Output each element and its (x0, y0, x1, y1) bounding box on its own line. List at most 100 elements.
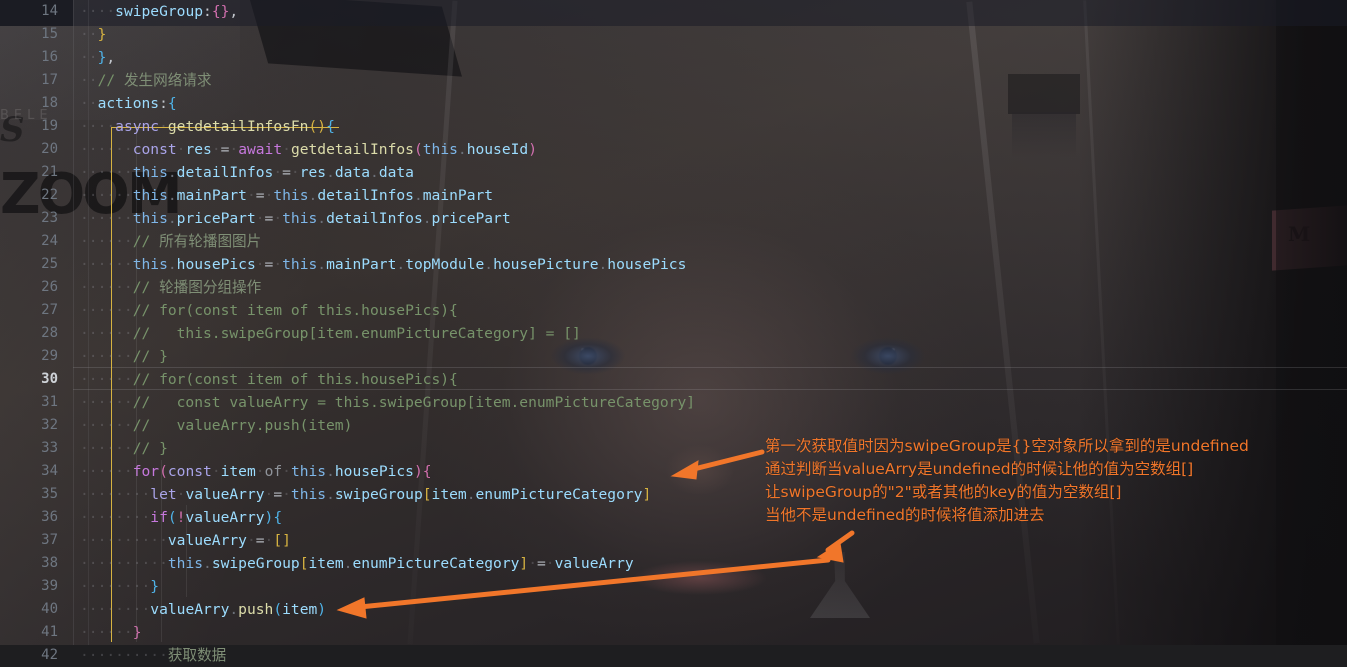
code-token: enumPictureCategory (476, 486, 643, 503)
code-token: . (168, 164, 177, 181)
code-line-text: ········} (80, 575, 159, 598)
code-token: mainPart (177, 187, 247, 204)
code-token: getdetailInfosFn (168, 118, 309, 135)
code-token: ······ (80, 371, 133, 388)
line-number: 15 (0, 23, 58, 46)
code-token: valueArry (150, 601, 229, 618)
line-number: 40 (0, 598, 58, 621)
code-token: ······ (80, 417, 133, 434)
code-token: housePics (177, 256, 256, 273)
code-line[interactable]: 28······// this.swipeGroup[item.enumPict… (0, 322, 1347, 345)
code-token: // const valueArry = this.swipeGroup[ite… (133, 394, 695, 411)
line-number: 35 (0, 483, 58, 506)
indent-guide-2 (161, 460, 162, 642)
code-line[interactable]: 21······this.detailInfos·=·res.data.data (0, 161, 1347, 184)
code-token: item (432, 486, 467, 503)
code-line[interactable]: 25······this.housePics·=·this.mainPart.t… (0, 253, 1347, 276)
code-token: {} (212, 3, 230, 20)
code-line[interactable]: 37··········valueArry·=·[] (0, 529, 1347, 552)
code-token: detailInfos (317, 187, 414, 204)
line-number: 38 (0, 552, 58, 575)
code-line-text: ········if(!valueArry){ (80, 506, 282, 529)
code-line-text: ··// 发生网络请求 (80, 69, 212, 92)
code-line-text: ······this.housePics·=·this.mainPart.top… (80, 253, 686, 276)
line-number: 23 (0, 207, 58, 230)
code-line[interactable]: 19····async·getdetailInfosFn(){ (0, 115, 1347, 138)
code-token: ·········· (80, 555, 168, 572)
code-token: this (282, 210, 317, 227)
code-token: . (317, 210, 326, 227)
code-line[interactable]: 22······this.mainPart·=·this.detailInfos… (0, 184, 1347, 207)
code-line[interactable]: 17··// 发生网络请求 (0, 69, 1347, 92)
code-token: . (423, 210, 432, 227)
code-line[interactable]: 38··········this.swipeGroup[item.enumPic… (0, 552, 1347, 575)
code-token: // (98, 72, 124, 89)
code-line-text: ········valueArry.push(item) (80, 598, 326, 621)
code-token: valueArry (168, 532, 247, 549)
code-line[interactable]: 39········} (0, 575, 1347, 598)
code-editor[interactable]: 14····swipeGroup:{},15··}16··},17··// 发生… (0, 0, 1347, 645)
code-line[interactable]: 32······// valueArry.push(item) (0, 414, 1347, 437)
code-token: · (273, 164, 282, 181)
code-token: ······ (80, 141, 133, 158)
code-token: · (159, 118, 168, 135)
code-line[interactable]: 18··actions:{ (0, 92, 1347, 115)
code-line-text: ······// const valueArry = this.swipeGro… (80, 391, 695, 414)
code-token: . (168, 210, 177, 227)
code-token: ( (168, 509, 177, 526)
line-number: 24 (0, 230, 58, 253)
code-token: ········ (80, 486, 150, 503)
code-token: this (133, 210, 168, 227)
code-line[interactable]: 41······} (0, 621, 1347, 644)
code-line[interactable]: 15··} (0, 23, 1347, 46)
annotation-line: 当他不是undefined的时候将值添加进去 (765, 504, 1249, 527)
code-token: 获取数据 (168, 647, 226, 664)
code-token: // for(const item of this.housePics){ (133, 371, 458, 388)
code-token: let (150, 486, 176, 503)
code-token: ·········· (80, 532, 168, 549)
code-line[interactable]: 40 ········valueArry.push(item) (0, 598, 1347, 621)
code-line[interactable]: 20······const·res·=·await·getdetailInfos… (0, 138, 1347, 161)
code-token: item (309, 555, 344, 572)
code-token: 轮播图分组操作 (159, 279, 261, 296)
code-token: = (282, 164, 291, 181)
code-token: ( (414, 141, 423, 158)
annotation-line: 通过判断当valueArry是undefined的时候让他的值为空数组[] (765, 458, 1249, 481)
code-token: { (273, 509, 282, 526)
code-line-text: ······} (80, 621, 142, 644)
code-line[interactable]: 14····swipeGroup:{}, (0, 0, 1347, 23)
code-token: [] (273, 532, 291, 549)
code-token: if (150, 509, 168, 526)
code-token: ·········· (80, 647, 168, 664)
code-token: mainPart (326, 256, 396, 273)
line-number: 34 (0, 460, 58, 483)
code-token: housePicture (493, 256, 598, 273)
code-line-text: ······// } (80, 437, 168, 460)
code-token: houseId (467, 141, 529, 158)
code-token: ···· (80, 3, 115, 20)
code-line[interactable]: 16··}, (0, 46, 1347, 69)
code-line[interactable]: 30······// for(const item of this.houseP… (0, 368, 1347, 391)
code-line[interactable]: 24······// 所有轮播图图片 (0, 230, 1347, 253)
code-line[interactable]: 23······this.pricePart·=·this.detailInfo… (0, 207, 1347, 230)
code-token: [ (423, 486, 432, 503)
code-token: enumPictureCategory (352, 555, 519, 572)
code-token: ······ (80, 624, 133, 641)
code-line[interactable]: 31······// const valueArry = this.swipeG… (0, 391, 1347, 414)
code-token: ) (317, 601, 326, 618)
code-token: · (528, 555, 537, 572)
code-token: () (308, 118, 326, 135)
code-line-text: ······// this.swipeGroup[item.enumPictur… (80, 322, 581, 345)
code-line[interactable]: 42··········获取数据 (0, 644, 1347, 667)
code-line[interactable]: 27······// for(const item of this.houseP… (0, 299, 1347, 322)
code-line[interactable]: 26······// 轮播图分组操作 (0, 276, 1347, 299)
code-line-text: ······// valueArry.push(item) (80, 414, 352, 437)
code-token: ······ (80, 325, 133, 342)
line-number: 14 (0, 0, 58, 23)
code-token: ······ (80, 463, 133, 480)
code-token: // } (133, 348, 168, 365)
code-token: this (423, 141, 458, 158)
code-token: ······ (80, 394, 133, 411)
code-line[interactable]: 29······// } (0, 345, 1347, 368)
code-token: ······ (80, 164, 133, 181)
